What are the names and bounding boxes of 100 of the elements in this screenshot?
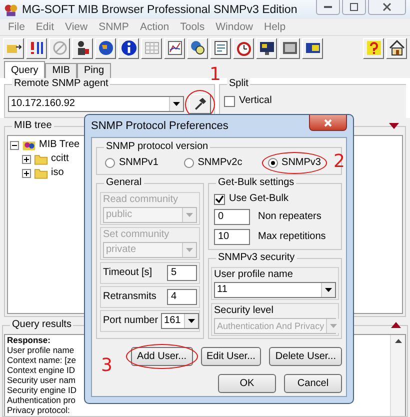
menu-item[interactable]: Window bbox=[216, 21, 253, 33]
annotation-number: 2 bbox=[334, 153, 345, 171]
menu-item[interactable]: Help bbox=[264, 21, 286, 33]
menu-item[interactable]: Edit bbox=[36, 21, 54, 33]
maximize-button[interactable] bbox=[342, 0, 366, 15]
window-icon bbox=[282, 40, 298, 56]
text-field[interactable]: 4 bbox=[167, 289, 197, 305]
menu-item[interactable]: View bbox=[65, 21, 88, 33]
tree-item[interactable]: ccitt bbox=[51, 153, 69, 165]
tab[interactable]: MIB bbox=[45, 63, 78, 78]
group-label: Query results bbox=[10, 319, 74, 331]
folder-icon bbox=[34, 152, 48, 166]
collapse-icon[interactable] bbox=[389, 123, 399, 129]
result-line: Privacy protocol: bbox=[7, 405, 70, 415]
field-label: User profile name bbox=[214, 269, 294, 281]
scrollbar[interactable] bbox=[390, 335, 405, 416]
expander-icon[interactable] bbox=[10, 140, 19, 150]
expand-icon[interactable] bbox=[391, 322, 401, 328]
field-label: Timeout [s] bbox=[103, 267, 152, 279]
radio-label: SNMPv1 bbox=[119, 157, 158, 169]
flag-icon bbox=[304, 40, 320, 56]
get-bulk-checkbox[interactable] bbox=[214, 194, 225, 204]
stop-icon bbox=[52, 40, 68, 56]
result-line: Context name: [ze bbox=[7, 355, 76, 365]
toolbar-button[interactable] bbox=[256, 38, 277, 58]
close-button[interactable] bbox=[368, 0, 406, 15]
text-field[interactable]: 5 bbox=[167, 265, 197, 281]
home-icon bbox=[388, 40, 404, 56]
hammer-icon bbox=[193, 97, 207, 111]
close-button[interactable] bbox=[309, 115, 347, 131]
radio-button[interactable] bbox=[268, 158, 278, 168]
menu-item[interactable]: File bbox=[8, 21, 25, 33]
expander-icon[interactable] bbox=[22, 154, 31, 164]
menu-item[interactable]: SNMP bbox=[98, 21, 129, 33]
toolbar-button[interactable] bbox=[233, 38, 254, 58]
text-field[interactable]: 0 bbox=[214, 208, 250, 224]
dropdown-arrow-icon bbox=[173, 102, 180, 106]
dialog-button[interactable]: Add User... bbox=[131, 347, 192, 366]
menu-item[interactable]: Tools bbox=[180, 21, 205, 33]
radio-button[interactable] bbox=[105, 158, 115, 168]
field-label: Set community bbox=[103, 229, 170, 241]
tab[interactable]: Ping bbox=[77, 63, 112, 78]
checkbox-label: Use Get-Bulk bbox=[229, 193, 288, 205]
agent-properties-button[interactable] bbox=[189, 94, 211, 114]
field-label: Retransmits bbox=[103, 291, 156, 303]
toolbar-button[interactable] bbox=[95, 38, 116, 58]
annotation-number: 1 bbox=[210, 66, 221, 84]
dialog-title: SNMP Protocol Preferences bbox=[91, 120, 228, 132]
group-label: SNMP protocol version bbox=[104, 141, 210, 153]
toolbar-button[interactable] bbox=[187, 38, 208, 58]
agent-combobox[interactable]: 10.172.160.92 bbox=[8, 96, 184, 112]
result-line: Security engine ID bbox=[7, 385, 76, 395]
radio-label: SNMPv3 bbox=[282, 157, 321, 169]
field-label: Max repetitions bbox=[258, 230, 326, 242]
radio-label: SNMPv2c bbox=[198, 157, 242, 169]
combobox[interactable]: 11 bbox=[214, 282, 336, 298]
scroll-up-icon bbox=[394, 339, 402, 343]
toolbar-button[interactable] bbox=[363, 38, 384, 58]
dropdown-arrow-icon bbox=[188, 319, 196, 323]
checkmark-icon bbox=[215, 194, 224, 204]
combobox[interactable]: 161 bbox=[161, 313, 200, 329]
minimize-button[interactable] bbox=[316, 0, 340, 15]
annotation-number: 3 bbox=[101, 357, 112, 375]
expander-icon[interactable] bbox=[22, 168, 31, 178]
dialog-button[interactable]: Edit User... bbox=[200, 347, 262, 366]
dialog-button[interactable]: Cancel bbox=[284, 374, 342, 393]
window-title: MG-SOFT MIB Browser Professional SNMPv3 Edition bbox=[22, 4, 298, 16]
document-icon bbox=[212, 40, 228, 56]
folder-icon bbox=[34, 166, 48, 180]
text-field[interactable]: 10 bbox=[214, 228, 250, 244]
toolbar-button[interactable] bbox=[3, 38, 24, 58]
toolbar-button[interactable] bbox=[386, 38, 407, 58]
toolbar-button[interactable] bbox=[26, 38, 47, 58]
toolbar-button[interactable] bbox=[279, 38, 300, 58]
group-label: Remote SNMP agent bbox=[12, 78, 110, 90]
toolbar-button[interactable] bbox=[118, 38, 139, 58]
help-icon bbox=[366, 40, 382, 56]
tab[interactable]: Query bbox=[4, 61, 46, 78]
dialog-button[interactable]: Delete User... bbox=[269, 347, 342, 366]
toolbar-button[interactable] bbox=[302, 38, 323, 58]
result-line: Context engine ID bbox=[7, 365, 76, 375]
tree-item[interactable]: MIB Tree bbox=[39, 139, 80, 151]
group-label: Split bbox=[227, 78, 250, 90]
maximize-icon bbox=[350, 3, 358, 11]
tree-item[interactable]: iso bbox=[51, 167, 64, 179]
menu-item[interactable]: Action bbox=[140, 21, 170, 33]
close-icon bbox=[324, 118, 332, 126]
group-label: SNMPv3 security bbox=[216, 252, 297, 264]
vertical-checkbox[interactable] bbox=[224, 96, 235, 106]
toolbar-button[interactable] bbox=[164, 38, 185, 58]
field-label: Port number bbox=[103, 315, 158, 327]
toolbar-button[interactable] bbox=[210, 38, 231, 58]
info-icon bbox=[120, 40, 136, 56]
dialog-button[interactable]: OK bbox=[218, 374, 276, 393]
radio-button[interactable] bbox=[184, 158, 194, 168]
group-label: Get-Bulk settings bbox=[216, 177, 296, 189]
app-icon bbox=[4, 2, 18, 16]
toolbar-button[interactable] bbox=[72, 38, 93, 58]
checkbox-label: Vertical bbox=[239, 95, 272, 107]
dropdown-arrow-icon bbox=[330, 324, 338, 328]
